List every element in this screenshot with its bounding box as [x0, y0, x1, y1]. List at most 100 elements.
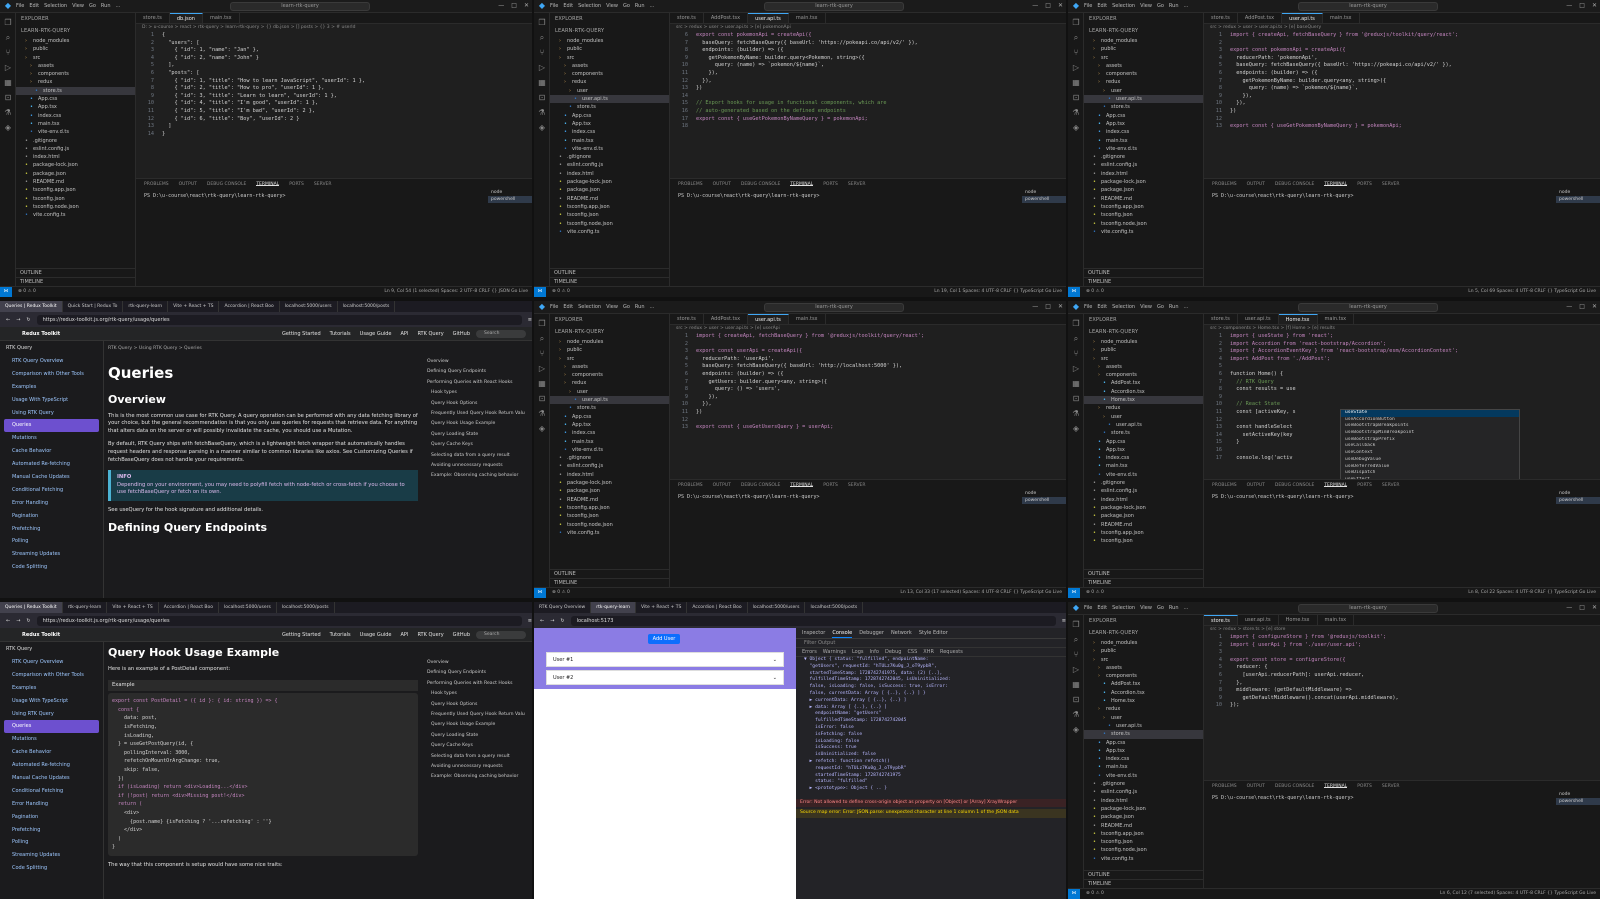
file-tree-item[interactable]: • index.html [16, 153, 135, 161]
file-tree-item[interactable]: • vite-env.d.ts [1084, 471, 1203, 479]
file-tree-item[interactable]: • .gitignore [550, 153, 669, 161]
toc-link[interactable]: Selecting data from a query result [425, 451, 525, 461]
file-tree-item[interactable]: › components [550, 70, 669, 78]
back-icon[interactable]: ← [540, 618, 544, 624]
extensions-icon[interactable]: ▦ [1071, 78, 1081, 88]
project-folder[interactable]: LEARN-RTK-QUERY [1084, 326, 1203, 338]
sidebar-link[interactable]: Prefetching [0, 824, 103, 837]
file-tree-item[interactable]: • tsconfig.app.json [16, 186, 135, 194]
sidebar-link[interactable]: Comparison with Other Tools [0, 669, 103, 682]
file-tree-item[interactable]: › components [16, 70, 135, 78]
file-tree-item[interactable]: • eslint.config.js [1084, 487, 1203, 495]
menu-item[interactable]: Go [623, 3, 630, 9]
command-center[interactable]: learn-rtk-query [1298, 2, 1438, 11]
code-editor[interactable]: 1 import { createApi, fetchBaseQuery } fr… [1204, 32, 1600, 131]
editor-tab[interactable]: main.tsx [1323, 13, 1360, 23]
toc-link[interactable]: Avoiding unnecessary requests [425, 461, 525, 471]
file-tree-item[interactable]: › src [1084, 54, 1203, 62]
menu-item[interactable]: File [550, 304, 558, 310]
file-tree-item[interactable]: • Accordion.tsx [1084, 388, 1203, 396]
command-center[interactable]: learn-rtk-query [230, 2, 370, 11]
command-center[interactable]: learn-rtk-query [1298, 303, 1438, 312]
search-icon[interactable]: ⌕ [1071, 635, 1081, 645]
menu-item[interactable]: File [1084, 3, 1092, 9]
panel-tab[interactable]: PORTS [823, 182, 838, 187]
address-bar[interactable]: https://redux-toolkit.js.org/rtk-query/u… [36, 314, 522, 325]
file-tree-item[interactable]: • user.api.ts [1084, 722, 1203, 730]
panel-tab[interactable]: PROBLEMS [678, 483, 703, 488]
sidebar-link[interactable]: Pagination [0, 510, 103, 523]
file-tree-item[interactable]: • tsconfig.app.json [1084, 203, 1203, 211]
panel-tab[interactable]: DEBUG CONSOLE [207, 182, 246, 187]
file-tree-item[interactable]: • user.api.ts [1084, 95, 1203, 104]
file-tree-item[interactable]: • README.md [550, 195, 669, 203]
file-tree-item[interactable]: • tsconfig.app.json [550, 504, 669, 512]
close-icon[interactable]: ✕ [1592, 303, 1597, 310]
menu-item[interactable]: Go [623, 304, 630, 310]
problems-counter[interactable]: ⊗ 0 ⚠ 0 [18, 289, 36, 294]
file-tree-item[interactable]: › assets [1084, 664, 1203, 672]
panel-tab[interactable]: PORTS [1357, 182, 1372, 187]
files-icon[interactable]: ❐ [1071, 620, 1081, 630]
file-tree-item[interactable]: › components [550, 371, 669, 379]
testing-icon[interactable]: ⚗ [1071, 409, 1081, 419]
remote-icon[interactable]: ⊡ [1071, 93, 1081, 103]
panel-tab[interactable]: SERVER [1382, 182, 1400, 187]
panel-tab[interactable]: OUTPUT [179, 182, 197, 187]
file-tree-item[interactable]: › node_modules [1084, 639, 1203, 647]
editor-tab[interactable]: store.ts [670, 314, 704, 324]
outline-section[interactable]: OUTLINE [1084, 268, 1203, 277]
project-folder[interactable]: LEARN-RTK-QUERY [550, 25, 669, 37]
menu-item[interactable]: View [1140, 304, 1152, 310]
project-folder[interactable]: LEARN-RTK-QUERY [1084, 25, 1203, 37]
outline-section[interactable]: OUTLINE [16, 268, 135, 277]
maximize-icon[interactable]: □ [1045, 2, 1051, 9]
menu-item[interactable]: View [606, 3, 618, 9]
outline-section[interactable]: OUTLINE [550, 268, 669, 277]
toc-link[interactable]: Example: Observing caching behavior [425, 772, 525, 782]
sidebar-link[interactable]: Streaming Updates [0, 548, 103, 561]
panel-tab[interactable]: DEBUG CONSOLE [1275, 182, 1314, 187]
editor-tab[interactable]: Home.tsx [1278, 314, 1318, 324]
file-tree-item[interactable]: • .gitignore [1084, 780, 1203, 788]
docker-icon[interactable]: ◈ [1071, 725, 1081, 735]
remote-indicator-icon[interactable]: ⋈ [0, 287, 12, 297]
file-tree-item[interactable]: • main.tsx [550, 438, 669, 446]
back-icon[interactable]: ← [6, 317, 10, 323]
menu-icon[interactable]: ≡ [1062, 618, 1066, 624]
file-tree-item[interactable]: › public [1084, 346, 1203, 354]
extensions-icon[interactable]: ▦ [1071, 379, 1081, 389]
terminal-instance[interactable]: powershell [488, 196, 532, 203]
file-tree-item[interactable]: • tsconfig.node.json [1084, 220, 1203, 228]
editor-tab[interactable]: AddPost.tsx [704, 314, 749, 324]
project-folder[interactable]: LEARN-RTK-QUERY [16, 25, 135, 37]
file-tree-item[interactable]: • tsconfig.app.json [1084, 830, 1203, 838]
remote-icon[interactable]: ⊡ [537, 394, 547, 404]
file-tree-item[interactable]: • main.tsx [1084, 763, 1203, 771]
file-tree-item[interactable]: • store.ts [550, 103, 669, 111]
panel-tab[interactable]: OUTPUT [713, 182, 731, 187]
file-tree-item[interactable]: • package-lock.json [16, 161, 135, 169]
file-tree-item[interactable]: • .gitignore [16, 137, 135, 145]
file-tree-item[interactable]: › public [16, 45, 135, 53]
file-tree-item[interactable]: • tsconfig.node.json [550, 220, 669, 228]
testing-icon[interactable]: ⚗ [3, 108, 13, 118]
file-tree-item[interactable]: • store.ts [1084, 429, 1203, 437]
file-tree-item[interactable]: › components [1084, 371, 1203, 379]
menu-item[interactable]: ... [116, 3, 121, 9]
file-tree-item[interactable]: • store.ts [16, 86, 135, 96]
panel-tab[interactable]: SERVER [1382, 784, 1400, 789]
menu-item[interactable]: Go [1157, 605, 1164, 611]
file-tree-item[interactable]: › src [550, 54, 669, 62]
minimize-icon[interactable]: — [1032, 2, 1038, 9]
reload-icon[interactable]: ↻ [560, 618, 564, 624]
toc-link[interactable]: Overview [425, 357, 525, 367]
sidebar-link[interactable]: Using RTK Query [0, 407, 103, 420]
nav-link[interactable]: Getting Started [282, 632, 321, 638]
editor-tab[interactable]: main.tsx [789, 13, 826, 23]
file-tree-item[interactable]: • README.md [1084, 521, 1203, 529]
sidebar-link[interactable]: Polling [0, 836, 103, 849]
toc-link[interactable]: Example: Observing caching behavior [425, 471, 525, 481]
sidebar-link[interactable]: Automated Re-fetching [0, 458, 103, 471]
file-tree-item[interactable]: • eslint.config.js [16, 145, 135, 153]
